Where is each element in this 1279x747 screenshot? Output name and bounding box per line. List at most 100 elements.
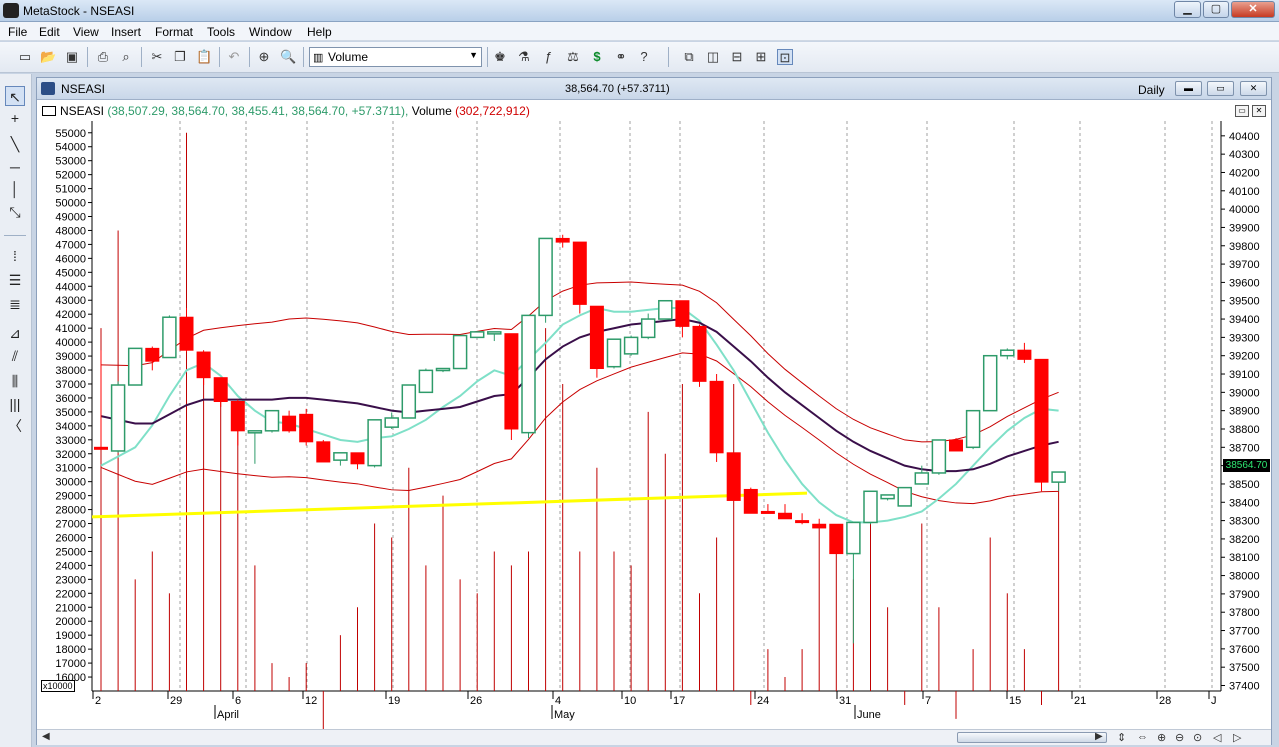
zoom-icon[interactable]: 🔍 (280, 49, 296, 65)
scroll-left-icon[interactable]: ◀ (42, 731, 50, 742)
left-tick-label: 30000 (55, 477, 86, 489)
candle-body (384, 417, 399, 428)
right-tick-label: 37900 (1229, 589, 1260, 601)
menu-window[interactable]: Window (249, 25, 292, 39)
volume-lines-icon[interactable]: ||| (5, 394, 25, 414)
close-button[interactable]: ✕ (1231, 1, 1275, 18)
candle-body (760, 510, 775, 514)
left-tick-label: 31000 (55, 463, 86, 475)
zoom-out-icon[interactable]: ⊖ (1175, 731, 1184, 744)
scroll-next-icon[interactable]: ▷ (1233, 731, 1241, 744)
menu-file[interactable]: File (8, 25, 27, 39)
print-preview-icon[interactable]: ⌕ (118, 49, 134, 65)
candle-body (487, 331, 502, 335)
speed-line-icon[interactable]: ⤡ (5, 202, 25, 222)
formula-icon[interactable]: ƒ (540, 49, 556, 65)
chart-legend[interactable]: NSEASI (38,507.29, 38,564.70, 38,455.41,… (60, 104, 530, 118)
gann-icon[interactable]: ≣ (5, 294, 25, 314)
menu-view[interactable]: View (73, 25, 99, 39)
dollar-icon[interactable]: $ (589, 49, 605, 65)
pointer-icon[interactable]: ↖ (5, 86, 25, 106)
save-icon[interactable]: ▣ (64, 49, 80, 65)
candle-body (213, 377, 228, 403)
undo-icon[interactable]: ↶ (226, 49, 242, 65)
menu-edit[interactable]: Edit (39, 25, 60, 39)
right-tick-label: 38200 (1229, 534, 1260, 546)
chart-restore-button[interactable]: ▭ (1207, 81, 1234, 96)
expert-advisor-icon[interactable]: ♚ (492, 49, 508, 65)
scroll-thumb[interactable] (957, 732, 1107, 743)
crosshair-tool-icon[interactable]: + (5, 108, 25, 128)
menu-help[interactable]: Help (307, 25, 332, 39)
x-tick-label: 28 (1159, 695, 1171, 707)
candle-body (726, 452, 741, 501)
scroll-start-icon[interactable]: ⊙ (1193, 731, 1202, 744)
horizontal-line-icon[interactable]: ─ (5, 157, 25, 177)
candle-body (931, 439, 947, 474)
month-label: April (217, 709, 239, 721)
help-pointer-icon[interactable]: ? (636, 49, 652, 65)
andrews-pitchfork-icon[interactable]: ⊿ (5, 323, 25, 343)
horizontal-scrollbar[interactable]: ◀ ▶ ⇕ ⇔ ⊕ ⊖ ⊙ ◁ ▷ (37, 729, 1271, 745)
quadrant-icon[interactable]: ⫽ (5, 346, 25, 366)
candle-body (247, 430, 263, 434)
right-tick-label: 37600 (1229, 644, 1260, 656)
maximize-button[interactable]: ▢ (1203, 1, 1229, 18)
arc-icon[interactable]: 〈 (5, 416, 25, 436)
menu-insert[interactable]: Insert (111, 25, 141, 39)
left-tick-label: 45000 (55, 267, 86, 279)
scroll-prev-icon[interactable]: ◁ (1213, 731, 1221, 744)
explorer-icon[interactable]: ⚗ (516, 49, 532, 65)
chart-period[interactable]: Daily (1138, 83, 1165, 97)
open-icon[interactable]: 📂 (40, 49, 56, 65)
fibonacci-icon[interactable]: ⁞ (5, 246, 25, 266)
arrange-icon[interactable]: ⊡ (777, 49, 793, 65)
right-tick-label: 37800 (1229, 607, 1260, 619)
candle-body (521, 314, 536, 434)
zoom-in-icon[interactable]: ⊕ (1157, 731, 1166, 744)
copy-icon[interactable]: ❐ (172, 49, 188, 65)
binoculars-icon[interactable]: ⚭ (613, 49, 629, 65)
pan-icon[interactable]: ⇔ (1137, 731, 1148, 743)
print-icon[interactable]: ⎙ (95, 49, 111, 65)
right-tick-label: 39900 (1229, 222, 1260, 234)
right-tick-label: 38500 (1229, 479, 1260, 491)
candle-body (94, 446, 108, 450)
window-title: MetaStock - NSEASI (23, 4, 135, 18)
pane-close-button[interactable]: ✕ (1252, 105, 1266, 117)
cascade-icon[interactable]: ⧉ (681, 49, 697, 65)
cycle-lines-icon[interactable]: ⫼ (5, 371, 25, 391)
new-icon[interactable]: ▭ (17, 49, 33, 65)
minimize-button[interactable]: ▁ (1174, 1, 1201, 18)
paste-icon[interactable]: 📋 (196, 49, 212, 65)
pane-restore-button[interactable]: ▭ (1235, 105, 1249, 117)
tile-vertical-icon[interactable]: ◫ (705, 49, 721, 65)
left-tick-label: 25000 (55, 546, 86, 558)
candle-body (965, 409, 981, 449)
crosshair-icon[interactable]: ⊕ (256, 49, 272, 65)
trendline-icon[interactable]: ╲ (5, 134, 25, 154)
menu-format[interactable]: Format (155, 25, 193, 39)
system-tester-icon[interactable]: ⚖ (565, 49, 581, 65)
chevron-down-icon[interactable]: ▼ (469, 50, 478, 60)
x-tick-label: 31 (839, 695, 851, 707)
candle-body (846, 521, 861, 555)
right-tick-label: 38300 (1229, 516, 1260, 528)
menu-tools[interactable]: Tools (207, 25, 235, 39)
left-tick-label: 28000 (55, 505, 86, 517)
zoom-reset-icon[interactable]: ⇕ (1117, 731, 1126, 744)
candle-body (350, 452, 365, 465)
channel-icon[interactable]: ☰ (5, 270, 25, 290)
right-tick-label: 39200 (1229, 351, 1260, 363)
chart-close-button[interactable]: ✕ (1240, 81, 1267, 96)
candle-body (914, 472, 930, 485)
indicator-select[interactable]: ▥ Volume ▼ (309, 47, 482, 67)
left-tick-label: 37000 (55, 379, 86, 391)
chart-minimize-button[interactable]: ▬ (1175, 81, 1202, 96)
cut-icon[interactable]: ✂ (149, 49, 165, 65)
vertical-line-icon[interactable]: │ (5, 179, 25, 199)
price-volume-chart[interactable]: 55000 54000 53000 52000 51000 50000 4900048000… (37, 121, 1271, 729)
scroll-right-icon[interactable]: ▶ (1095, 731, 1103, 742)
tile-horizontal-icon[interactable]: ⊟ (729, 49, 745, 65)
tile-grid-icon[interactable]: ⊞ (753, 49, 769, 65)
